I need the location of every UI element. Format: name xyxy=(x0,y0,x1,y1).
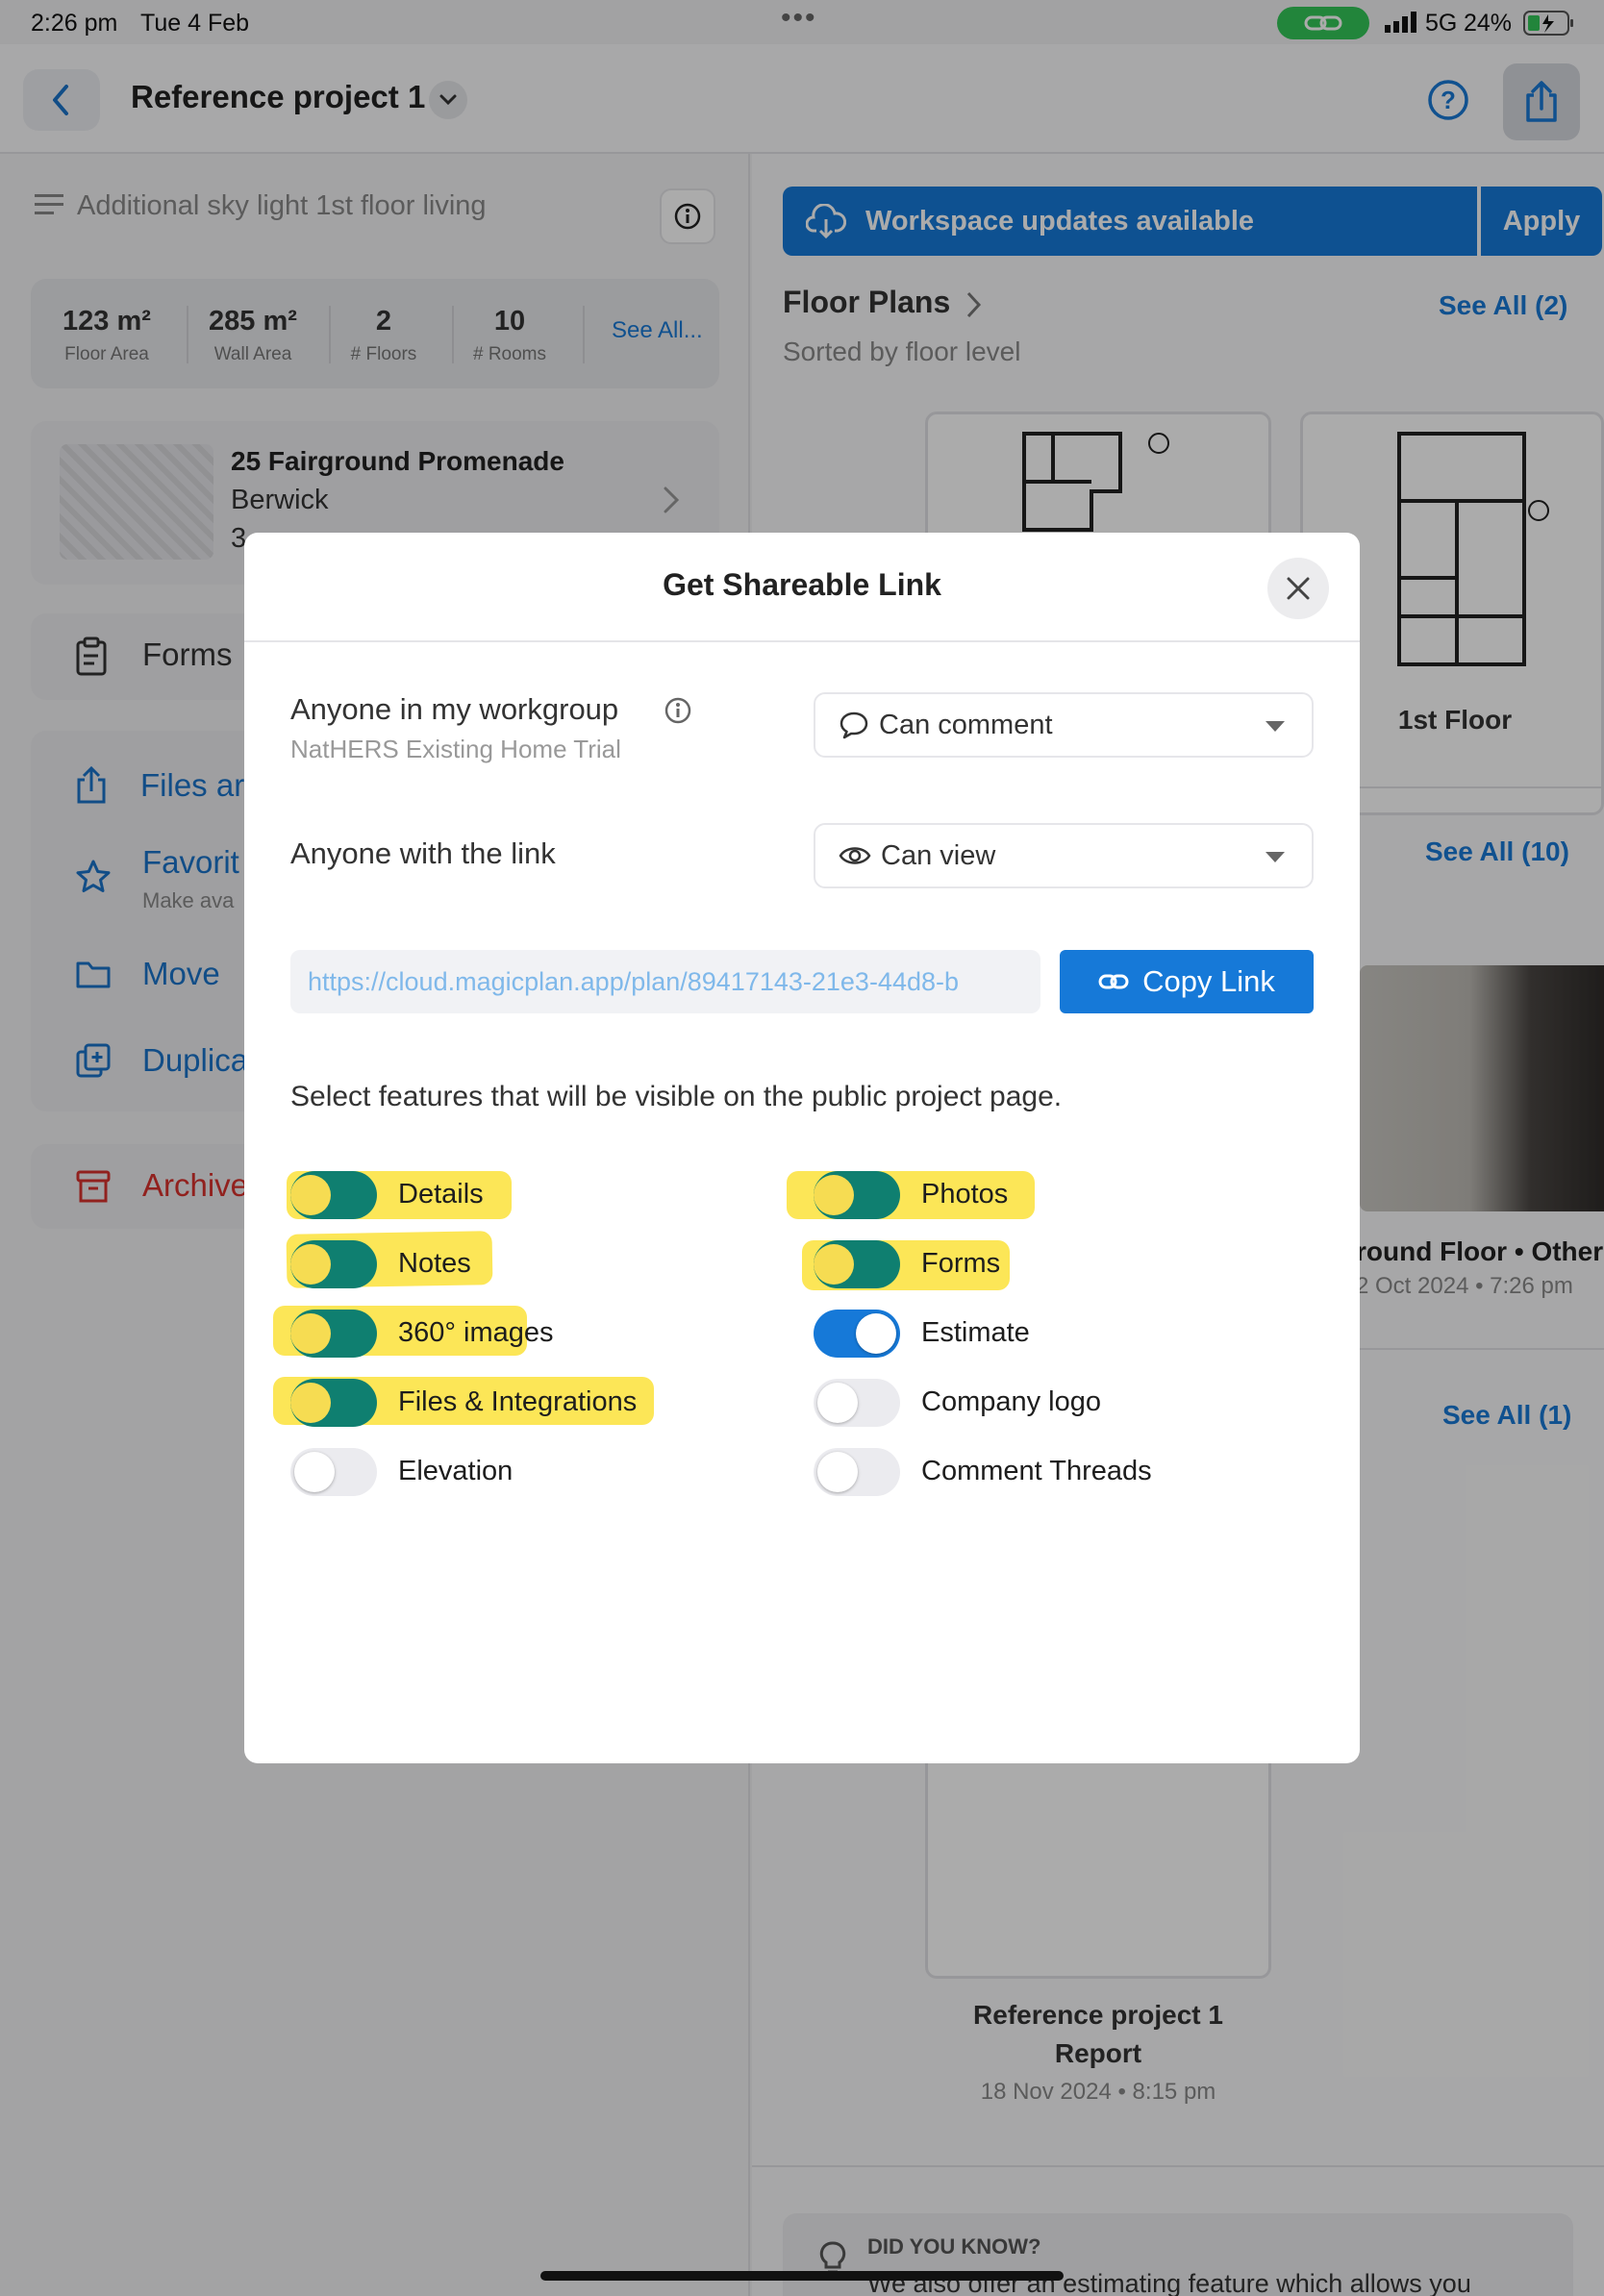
feature-label-details: Details xyxy=(398,1179,484,1210)
workgroup-permission-value: Can comment xyxy=(879,709,1053,740)
feature-label-photos: Photos xyxy=(921,1179,1009,1210)
close-button[interactable] xyxy=(1267,558,1329,619)
home-indicator[interactable] xyxy=(540,2271,1064,2281)
caret-down-icon xyxy=(1266,721,1285,732)
feature-label-estimate: Estimate xyxy=(921,1317,1030,1348)
features-intro: Select features that will be visible on … xyxy=(290,1081,1063,1112)
feature-label-elevation: Elevation xyxy=(398,1456,514,1486)
dialog-header: Get Shareable Link xyxy=(244,533,1360,642)
feature-label-files-integrations: Files & Integrations xyxy=(398,1386,638,1417)
share-url-text: https://cloud.magicplan.app/plan/8941714… xyxy=(308,966,960,996)
toggle-elevation[interactable] xyxy=(290,1448,377,1496)
copy-link-button[interactable]: Copy Link xyxy=(1060,950,1314,1013)
toggle-360-images[interactable] xyxy=(290,1310,377,1358)
comment-icon xyxy=(840,711,868,739)
link-icon xyxy=(1098,974,1129,989)
workgroup-label: Anyone in my workgroup xyxy=(290,692,619,726)
toggle-photos[interactable] xyxy=(814,1171,900,1219)
dialog-title: Get Shareable Link xyxy=(663,567,941,602)
close-icon xyxy=(1287,577,1310,600)
info-icon[interactable] xyxy=(664,696,692,725)
feature-label-360-images: 360° images xyxy=(398,1317,554,1348)
toggle-forms[interactable] xyxy=(814,1240,900,1288)
eye-icon xyxy=(839,847,871,864)
toggle-estimate[interactable] xyxy=(814,1310,900,1358)
toggle-comment-threads[interactable] xyxy=(814,1448,900,1496)
share-url-field[interactable]: https://cloud.magicplan.app/plan/8941714… xyxy=(290,950,1040,1013)
copy-link-label: Copy Link xyxy=(1142,964,1275,998)
link-permission-select[interactable]: Can view xyxy=(814,823,1314,888)
link-permission-value: Can view xyxy=(881,839,996,871)
feature-label-forms: Forms xyxy=(921,1248,1001,1279)
caret-down-icon xyxy=(1266,852,1285,862)
share-link-dialog: Get Shareable Link Anyone in my workgrou… xyxy=(244,533,1360,1763)
toggle-files-integrations[interactable] xyxy=(290,1379,377,1427)
toggle-company-logo[interactable] xyxy=(814,1379,900,1427)
toggle-notes[interactable] xyxy=(290,1240,377,1288)
feature-label-notes: Notes xyxy=(398,1248,471,1279)
workgroup-permission-select[interactable]: Can comment xyxy=(814,692,1314,758)
toggle-details[interactable] xyxy=(290,1171,377,1219)
feature-label-comment-threads: Comment Threads xyxy=(921,1456,1152,1486)
feature-label-company-logo: Company logo xyxy=(921,1386,1101,1417)
link-access-label: Anyone with the link xyxy=(290,836,556,870)
workgroup-sublabel: NatHERS Existing Home Trial xyxy=(290,735,621,763)
